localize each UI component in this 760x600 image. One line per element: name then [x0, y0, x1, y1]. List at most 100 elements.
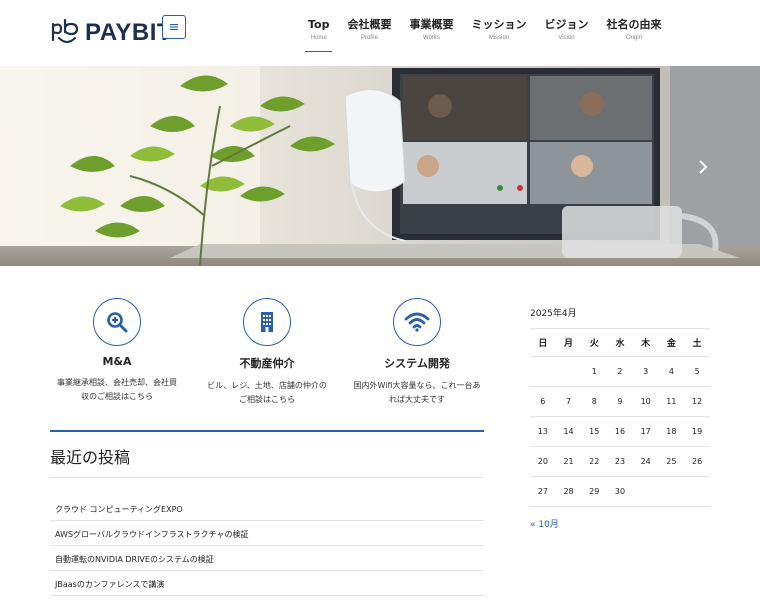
calendar-day: 14: [555, 416, 582, 447]
calendar-table: 日 月 火 水 木 金 土 1 2 3 4 5 6 7 8 9 10 11 12…: [530, 328, 710, 507]
nav-label: ミッション: [471, 18, 527, 31]
calendar-day: 15: [581, 416, 608, 447]
hero-image: [0, 66, 760, 266]
calendar-day: 7: [555, 386, 582, 417]
weekday-label: 火: [581, 328, 608, 357]
service-desc-line: 事業継承相談、会社売却、会社買: [57, 378, 177, 387]
calendar-week-row: 1 2 3 4 5: [530, 356, 710, 387]
calendar-day: 16: [607, 416, 633, 447]
logo-mark-icon: [51, 18, 79, 43]
calendar-widget: 2025年4月 日 月 火 水 木 金 土 1 2 3 4 5 6 7 8 9 …: [530, 306, 710, 530]
weekday-label: 月: [555, 328, 582, 357]
service-desc-line: れば大丈夫です: [389, 395, 445, 404]
calendar-weekday-row: 日 月 火 水 木 金 土: [530, 328, 710, 357]
wifi-icon: [404, 312, 430, 332]
calendar-day: [530, 356, 556, 387]
nav-item-top[interactable]: Top Home: [305, 18, 333, 52]
calendar-day: 30: [607, 476, 633, 507]
service-desc-line: 収のご相談はこちら: [81, 392, 153, 401]
calendar-day: 24: [632, 446, 659, 477]
calendar-day: 13: [530, 416, 556, 447]
calendar-day: 23: [607, 446, 633, 477]
calendar-day: 5: [684, 356, 710, 387]
recent-posts-list: クラウド コンピューティングEXPO AWSグローバルクラウドインフラストラクチ…: [50, 496, 484, 596]
calendar-day: 21: [555, 446, 582, 477]
calendar-day: 6: [530, 386, 556, 417]
calendar-day: [658, 476, 685, 507]
menu-toggle-button[interactable]: ≡: [162, 15, 186, 39]
service-icon-circle: [93, 298, 141, 346]
hero-photo-illustration: [0, 66, 760, 266]
service-title: 不動産仲介: [239, 357, 295, 370]
nav-item-vision[interactable]: ビジョン Vision: [541, 18, 591, 52]
calendar-day: 4: [658, 356, 685, 387]
calendar-day: 29: [581, 476, 608, 507]
calendar-day: 2: [607, 356, 633, 387]
hamburger-icon: ≡: [168, 19, 180, 35]
magnifier-icon: [107, 312, 128, 333]
calendar-day: [632, 476, 659, 507]
calendar-week-row: 6 7 8 9 10 11 12: [530, 386, 710, 417]
nav-sublabel: Works: [423, 35, 440, 41]
calendar-day: [684, 476, 710, 507]
weekday-label: 水: [607, 328, 633, 357]
service-description: 事業継承相談、会社売却、会社買 収のご相談はこちら: [50, 376, 184, 404]
calendar-day: 12: [684, 386, 710, 417]
service-ma[interactable]: M&A 事業継承相談、会社売却、会社買 収のご相談はこちら: [50, 298, 184, 404]
weekday-label: 木: [632, 328, 659, 357]
site-header: PAYBIT ≡ Top Home 会社概要 Profile 事業概要 Work…: [0, 0, 760, 66]
weekday-label: 日: [530, 328, 556, 357]
nav-sublabel: Mission: [488, 35, 510, 41]
nav-item-works[interactable]: 事業概要 Works: [406, 18, 456, 52]
nav-label: 事業概要: [409, 18, 454, 31]
logo-wordmark: PAYBIT: [85, 19, 173, 46]
service-system-dev[interactable]: システム開発 国内外Wifi大容量なら、これ一台あ れば大丈夫です: [350, 298, 484, 407]
calendar-day: 3: [632, 356, 659, 387]
nav-sublabel: Home: [310, 35, 327, 41]
calendar-day: 9: [607, 386, 633, 417]
recent-posts-heading: 最近の投稿: [50, 448, 131, 467]
service-real-estate[interactable]: 不動産仲介 ビル、レジ、土地、店舗の仲介の ご相談はこちら: [200, 298, 334, 407]
heading-separator: [50, 477, 484, 478]
building-icon: [261, 312, 273, 332]
weekday-label: 土: [684, 328, 710, 357]
section-divider: [50, 430, 484, 432]
calendar-caption: 2025年4月: [530, 309, 577, 319]
service-desc-line: 国内外Wifi大容量なら、これ一台あ: [353, 381, 481, 390]
calendar-day: 18: [658, 416, 685, 447]
calendar-day: 8: [581, 386, 608, 417]
calendar-day: 20: [530, 446, 556, 477]
post-link[interactable]: AWSグローバルクラウドインフラストラクチャの検証: [50, 521, 484, 546]
service-icon-circle: [393, 298, 441, 346]
calendar-week-row: 13 14 15 16 17 18 19: [530, 416, 710, 447]
calendar-day: 26: [684, 446, 710, 477]
nav-label: 社名の由来: [606, 18, 662, 31]
calendar-prev-month-link[interactable]: « 10月: [530, 517, 710, 530]
weekday-label: 金: [658, 328, 685, 357]
nav-item-origin[interactable]: 社名の由来 Origin: [603, 18, 664, 52]
nav-item-profile[interactable]: 会社概要 Profile: [344, 18, 394, 52]
site-logo[interactable]: PAYBIT: [50, 18, 172, 48]
service-title: システム開発: [384, 357, 450, 370]
nav-item-mission[interactable]: ミッション Mission: [468, 18, 529, 52]
service-desc-line: ビル、レジ、土地、店舗の仲介の: [207, 381, 327, 390]
calendar-week-row: 27 28 29 30: [530, 476, 710, 507]
service-title: M&A: [102, 355, 132, 368]
calendar-day: 17: [632, 416, 659, 447]
nav-sublabel: Origin: [625, 35, 642, 41]
post-link[interactable]: クラウド コンピューティングEXPO: [50, 496, 484, 521]
service-desc-line: ご相談はこちら: [239, 395, 295, 404]
calendar-day: 1: [581, 356, 608, 387]
nav-label: ビジョン: [544, 18, 589, 31]
service-description: ビル、レジ、土地、店舗の仲介の ご相談はこちら: [200, 379, 334, 407]
calendar-week-row: 20 21 22 23 24 25 26: [530, 446, 710, 477]
nav-sublabel: Vision: [558, 35, 575, 41]
calendar-day: 27: [530, 476, 556, 507]
post-link[interactable]: 自動運転のNVIDIA DRIVEのシステムの検証: [50, 546, 484, 571]
post-link[interactable]: JBaasのカンファレンスで講演: [50, 571, 484, 596]
calendar-day: [555, 356, 582, 387]
service-description: 国内外Wifi大容量なら、これ一台あ れば大丈夫です: [350, 379, 484, 407]
calendar-day: 28: [555, 476, 582, 507]
calendar-day: 25: [658, 446, 685, 477]
nav-label: 会社概要: [347, 18, 392, 31]
